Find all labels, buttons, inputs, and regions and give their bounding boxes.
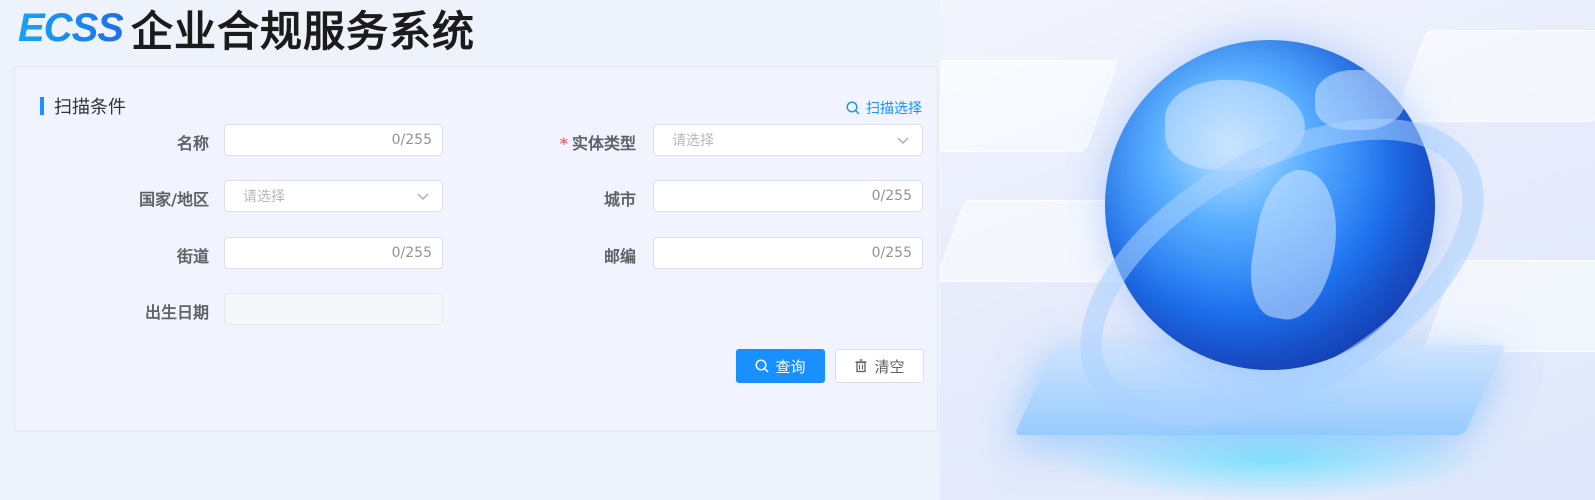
- birth-date-input: [224, 293, 443, 325]
- name-input[interactable]: 0/255: [224, 124, 443, 156]
- street-counter: 0/255: [391, 245, 432, 261]
- country-region-label: 国家/地区: [99, 186, 209, 210]
- glass-panel: [1393, 30, 1595, 122]
- postcode-label-text: 邮编: [603, 247, 636, 266]
- search-icon: [755, 359, 770, 373]
- required-mark: *: [559, 134, 568, 153]
- app-header: ECSS 企业合规服务系统: [18, 2, 475, 56]
- name-label: 名称: [99, 130, 209, 154]
- country-region-label-text: 国家/地区: [139, 190, 209, 209]
- entity-type-select[interactable]: 请选择: [653, 124, 923, 156]
- query-button-label: 查询: [775, 357, 806, 376]
- postcode-label: 邮编: [526, 243, 636, 267]
- entity-type-label: * 实体类型: [526, 130, 636, 154]
- app-title: 企业合规服务系统: [130, 6, 475, 56]
- entity-type-placeholder: 请选择: [672, 133, 714, 149]
- city-counter: 0/255: [871, 188, 912, 204]
- name-label-text: 名称: [176, 134, 209, 153]
- chevron-down-icon: [897, 137, 909, 144]
- section-title: 扫描条件: [40, 93, 126, 119]
- app-logo: ECSS: [18, 5, 124, 50]
- chevron-down-icon: [417, 193, 429, 200]
- name-counter: 0/255: [391, 132, 432, 148]
- query-button[interactable]: 查询: [736, 349, 825, 383]
- city-input[interactable]: 0/255: [653, 180, 923, 212]
- birth-date-label: 出生日期: [99, 299, 209, 323]
- street-label-text: 街道: [176, 247, 209, 266]
- scan-select-label: 扫描选择: [866, 101, 922, 117]
- section-title-bar: [40, 97, 44, 115]
- postcode-counter: 0/255: [871, 245, 912, 261]
- clear-button[interactable]: 清空: [835, 349, 924, 383]
- country-region-placeholder: 请选择: [243, 189, 285, 205]
- scan-select-link[interactable]: 扫描选择: [846, 98, 922, 118]
- section-title-text: 扫描条件: [54, 97, 126, 118]
- glass-panel: [940, 60, 1119, 152]
- street-input[interactable]: 0/255: [224, 237, 443, 269]
- entity-type-label-text: 实体类型: [571, 134, 636, 153]
- city-label: 城市: [526, 186, 636, 210]
- clear-button-label: 清空: [874, 357, 905, 376]
- search-icon: [846, 101, 860, 115]
- postcode-input[interactable]: 0/255: [653, 237, 923, 269]
- country-region-select[interactable]: 请选择: [224, 180, 443, 212]
- birth-date-label-text: 出生日期: [144, 303, 209, 322]
- trash-icon: [855, 359, 867, 373]
- scan-condition-card: 扫描条件 扫描选择 名称 0/255 * 实体类型 请选择 国家/地区 请选择 城…: [14, 66, 938, 432]
- street-label: 街道: [99, 243, 209, 267]
- globe-illustration: [940, 0, 1595, 500]
- city-label-text: 城市: [603, 190, 636, 209]
